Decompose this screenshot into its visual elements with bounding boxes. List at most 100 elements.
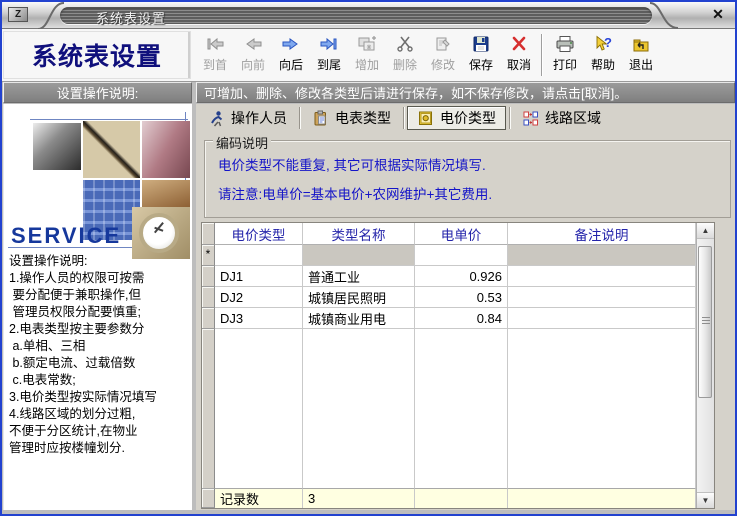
groupbox-line2: 请注意:电单价=基本电价+农网维护+其它费用. <box>218 183 730 203</box>
cancel-button[interactable]: 取消 <box>500 31 538 80</box>
modify-button[interactable]: 修改 <box>424 31 462 80</box>
exit-button[interactable]: 退出 <box>622 31 660 80</box>
cell[interactable] <box>303 245 415 266</box>
tab-separator <box>403 107 404 129</box>
tab-meter-types[interactable]: 电表类型 <box>303 106 400 130</box>
cell[interactable] <box>508 245 696 266</box>
exit-icon <box>630 34 652 54</box>
cell-unit-price[interactable]: 0.53 <box>415 287 508 308</box>
table-row[interactable]: DJ1 普通工业 0.926 <box>202 266 696 287</box>
window-title: 系统表设置 <box>96 8 166 27</box>
groupbox-line1: 电价类型不能重复, 其它可根据实际情况填写. <box>218 154 730 174</box>
delete-record-icon <box>394 34 416 54</box>
vertical-scrollbar[interactable]: ▲ ▼ <box>696 223 714 508</box>
record-count-label: 记录数 <box>215 488 303 508</box>
tab-operators[interactable]: 操作人员 <box>199 106 296 130</box>
new-record-row[interactable]: * <box>202 245 696 266</box>
table-row[interactable]: DJ2 城镇居民照明 0.53 <box>202 287 696 308</box>
help-icon: ? <box>592 34 614 54</box>
row-selector[interactable] <box>202 287 215 308</box>
tab-separator <box>299 107 300 129</box>
area-merge-icon <box>522 110 539 127</box>
titlebar-stripes: 系统表设置 <box>60 7 652 24</box>
record-count-value: 3 <box>303 488 415 508</box>
main-panel: 操作人员 电表类型 电价类型 线路区域 编码说明 电价类型不能重复, 其它可根据… <box>196 104 735 510</box>
photo-pink-tools <box>142 121 190 178</box>
instructions-text: 设置操作说明: 1.操作人员的权限可按需 要分配便于兼职操作,但 管理员权限分配… <box>9 253 192 457</box>
row-selector-empty <box>202 329 215 488</box>
clipboard-icon <box>312 110 329 127</box>
first-record-icon <box>204 34 226 54</box>
save-icon <box>470 34 492 54</box>
grid-empty-area <box>202 329 696 488</box>
cell-unit-price[interactable]: 0.926 <box>415 266 508 287</box>
save-button[interactable]: 保存 <box>462 31 500 80</box>
toolbar-separator <box>541 34 543 76</box>
scroll-down-icon[interactable]: ▼ <box>697 492 714 508</box>
svg-text:?: ? <box>604 35 612 50</box>
photo-tool <box>33 123 81 170</box>
app-logo-icon: Z <box>8 7 28 22</box>
row-selector-header <box>202 223 215 245</box>
cancel-icon <box>508 34 530 54</box>
cell-type-name[interactable]: 普通工业 <box>303 266 415 287</box>
sidebar: SERVICE 设置操作说明: 1.操作人员的权限可按需 要分配便于兼职操作,但… <box>3 104 192 510</box>
cell-price-type[interactable]: DJ1 <box>215 266 303 287</box>
cell[interactable] <box>215 245 303 266</box>
last-record-icon <box>318 34 340 54</box>
person-icon <box>208 110 225 127</box>
column-header-note[interactable]: 备注说明 <box>508 223 696 245</box>
last-button[interactable]: 到尾 <box>310 31 348 80</box>
service-text: SERVICE <box>11 223 121 249</box>
first-button[interactable]: 到首 <box>196 31 234 80</box>
scrollbar-grip <box>702 317 710 325</box>
photo-pen <box>83 121 140 178</box>
grid-header-row: 电价类型 类型名称 电单价 备注说明 <box>202 223 696 245</box>
photo-pocket-watch <box>132 207 190 259</box>
price-type-grid: 电价类型 类型名称 电单价 备注说明 * DJ1 普通工业 0.926 <box>201 222 715 509</box>
scroll-up-icon[interactable]: ▲ <box>697 223 714 239</box>
cell-note[interactable] <box>508 266 696 287</box>
cell-price-type[interactable]: DJ3 <box>215 308 303 329</box>
column-header-type-name[interactable]: 类型名称 <box>303 223 415 245</box>
tab-price-types[interactable]: 电价类型 <box>407 106 506 130</box>
prev-record-icon <box>242 34 264 54</box>
column-header-price-type[interactable]: 电价类型 <box>215 223 303 245</box>
cell-note[interactable] <box>508 308 696 329</box>
help-button[interactable]: ? 帮助 <box>584 31 622 80</box>
tab-line-areas[interactable]: 线路区域 <box>513 106 610 130</box>
page-title: 系统表设置 <box>3 31 191 79</box>
print-icon <box>554 34 576 54</box>
toolbar: 系统表设置 到首 向前 向后 到尾 增加 <box>2 29 735 82</box>
grid-footer-row: 记录数 3 <box>202 488 696 508</box>
tab-separator <box>509 107 510 129</box>
encoding-groupbox: 编码说明 电价类型不能重复, 其它可根据实际情况填写. 请注意:电单价=基本电价… <box>204 140 731 218</box>
notice-bar: 可增加、删除、修改各类型后请进行保存，如不保存修改，请点击[取消]。 <box>196 82 735 103</box>
scrollbar-thumb[interactable] <box>698 246 712 398</box>
watch-face <box>139 213 179 253</box>
cell-note[interactable] <box>508 287 696 308</box>
next-record-icon <box>280 34 302 54</box>
groupbox-title: 编码说明 <box>213 133 271 152</box>
cell-price-type[interactable]: DJ2 <box>215 287 303 308</box>
app-window: 系统表设置 Z ✕ 系统表设置 到首 向前 向后 到尾 <box>0 0 737 516</box>
close-icon[interactable]: ✕ <box>709 5 727 23</box>
next-button[interactable]: 向后 <box>272 31 310 80</box>
decor-line-top <box>30 119 188 120</box>
row-selector[interactable] <box>202 308 215 329</box>
add-button[interactable]: 增加 <box>348 31 386 80</box>
price-book-icon <box>417 110 434 127</box>
sidebar-header: 设置操作说明: <box>3 82 192 103</box>
table-row[interactable]: DJ3 城镇商业用电 0.84 <box>202 308 696 329</box>
cell-type-name[interactable]: 城镇居民照明 <box>303 287 415 308</box>
title-bar: 系统表设置 Z ✕ <box>2 2 735 29</box>
cell[interactable] <box>415 245 508 266</box>
delete-button[interactable]: 删除 <box>386 31 424 80</box>
cell-unit-price[interactable]: 0.84 <box>415 308 508 329</box>
print-button[interactable]: 打印 <box>546 31 584 80</box>
cell-type-name[interactable]: 城镇商业用电 <box>303 308 415 329</box>
column-header-unit-price[interactable]: 电单价 <box>415 223 508 245</box>
prev-button[interactable]: 向前 <box>234 31 272 80</box>
modify-record-icon <box>432 34 454 54</box>
row-selector[interactable] <box>202 266 215 287</box>
